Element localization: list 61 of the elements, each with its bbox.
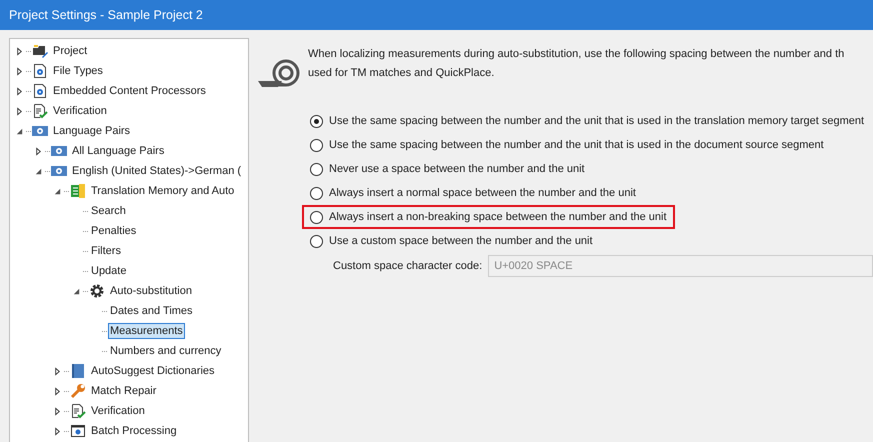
tree-item[interactable]: Language Pairs xyxy=(51,123,132,139)
tree-item[interactable]: Embedded Content Processors xyxy=(51,83,208,99)
gear-document-icon xyxy=(32,63,48,79)
folder-pen-icon xyxy=(32,43,48,59)
radio-button[interactable] xyxy=(310,210,323,224)
expand-arrow-icon[interactable] xyxy=(53,406,62,416)
tree-item[interactable]: Translation Memory and Auto xyxy=(89,183,236,199)
expand-arrow-icon[interactable] xyxy=(53,386,62,396)
radio-button[interactable] xyxy=(310,138,323,152)
radio-button[interactable] xyxy=(310,186,323,200)
database-icon xyxy=(70,183,86,199)
tree-item[interactable]: Search xyxy=(89,203,128,219)
tree-item[interactable]: Verification xyxy=(51,103,109,119)
tree-item[interactable]: Measurements xyxy=(108,323,185,339)
tree-item[interactable]: Numbers and currency xyxy=(108,343,224,359)
tree-item[interactable]: Project xyxy=(51,43,90,59)
expand-arrow-icon[interactable] xyxy=(15,46,24,56)
expand-arrow-icon[interactable] xyxy=(34,146,43,156)
tree-item[interactable]: Auto-substitution xyxy=(108,283,194,299)
tree-item[interactable]: Update xyxy=(89,263,128,279)
description-text: When localizing measurements during auto-substitution, use the following spacing between the number and th xyxy=(308,47,844,62)
collapse-arrow-icon[interactable] xyxy=(72,286,81,296)
language-icon xyxy=(32,123,48,139)
option-label[interactable]: Always insert a non-breaking space between the number and the unit xyxy=(329,211,667,223)
window-title: Project Settings - Sample Project 2 xyxy=(0,0,873,30)
option-label[interactable]: Always insert a normal space between the number and the unit xyxy=(329,187,636,199)
radio-button[interactable] xyxy=(310,162,323,176)
tree-item[interactable]: AutoSuggest Dictionaries xyxy=(89,363,217,379)
radio-button[interactable] xyxy=(310,114,323,128)
gear-document-icon xyxy=(32,83,48,99)
tree-item[interactable]: Batch Processing xyxy=(89,423,179,439)
tree-item[interactable]: Match Repair xyxy=(89,383,158,399)
settings-icon xyxy=(89,283,105,299)
tree-item[interactable]: File Types xyxy=(51,63,105,79)
book-icon xyxy=(70,363,86,379)
tree-item[interactable]: English (United States)->German ( xyxy=(70,163,244,179)
option-label[interactable]: Use a custom space between the number and the unit xyxy=(329,235,593,247)
tree-item[interactable]: All Language Pairs xyxy=(70,143,166,159)
collapse-arrow-icon[interactable] xyxy=(53,186,62,196)
expand-arrow-icon[interactable] xyxy=(53,426,62,436)
description-text: used for TM matches and QuickPlace. xyxy=(308,66,496,81)
option-label[interactable]: Never use a space between the number and the unit xyxy=(329,163,585,175)
wrench-icon xyxy=(70,383,86,399)
tree-item[interactable]: Filters xyxy=(89,243,123,259)
expand-arrow-icon[interactable] xyxy=(53,366,62,376)
tree-item[interactable]: Dates and Times xyxy=(108,303,195,319)
checked-document-icon xyxy=(70,403,86,419)
radio-button[interactable] xyxy=(310,234,323,248)
tree-item[interactable]: Penalties xyxy=(89,223,138,239)
language-icon xyxy=(51,143,67,159)
checked-document-icon xyxy=(32,103,48,119)
language-icon xyxy=(51,163,67,179)
expand-arrow-icon[interactable] xyxy=(15,86,24,96)
option-label[interactable]: Use the same spacing between the number and the unit that is used in the document source segment xyxy=(329,139,824,151)
expand-arrow-icon[interactable] xyxy=(15,106,24,116)
expand-arrow-icon[interactable] xyxy=(15,66,24,76)
field-label: Custom space character code: xyxy=(333,260,482,272)
option-label[interactable]: Use the same spacing between the number and the unit that is used in the translation memory target segment xyxy=(329,115,864,127)
tree-item[interactable]: Verification xyxy=(89,403,147,419)
collapse-arrow-icon[interactable] xyxy=(15,126,24,136)
collapse-arrow-icon[interactable] xyxy=(34,166,43,176)
